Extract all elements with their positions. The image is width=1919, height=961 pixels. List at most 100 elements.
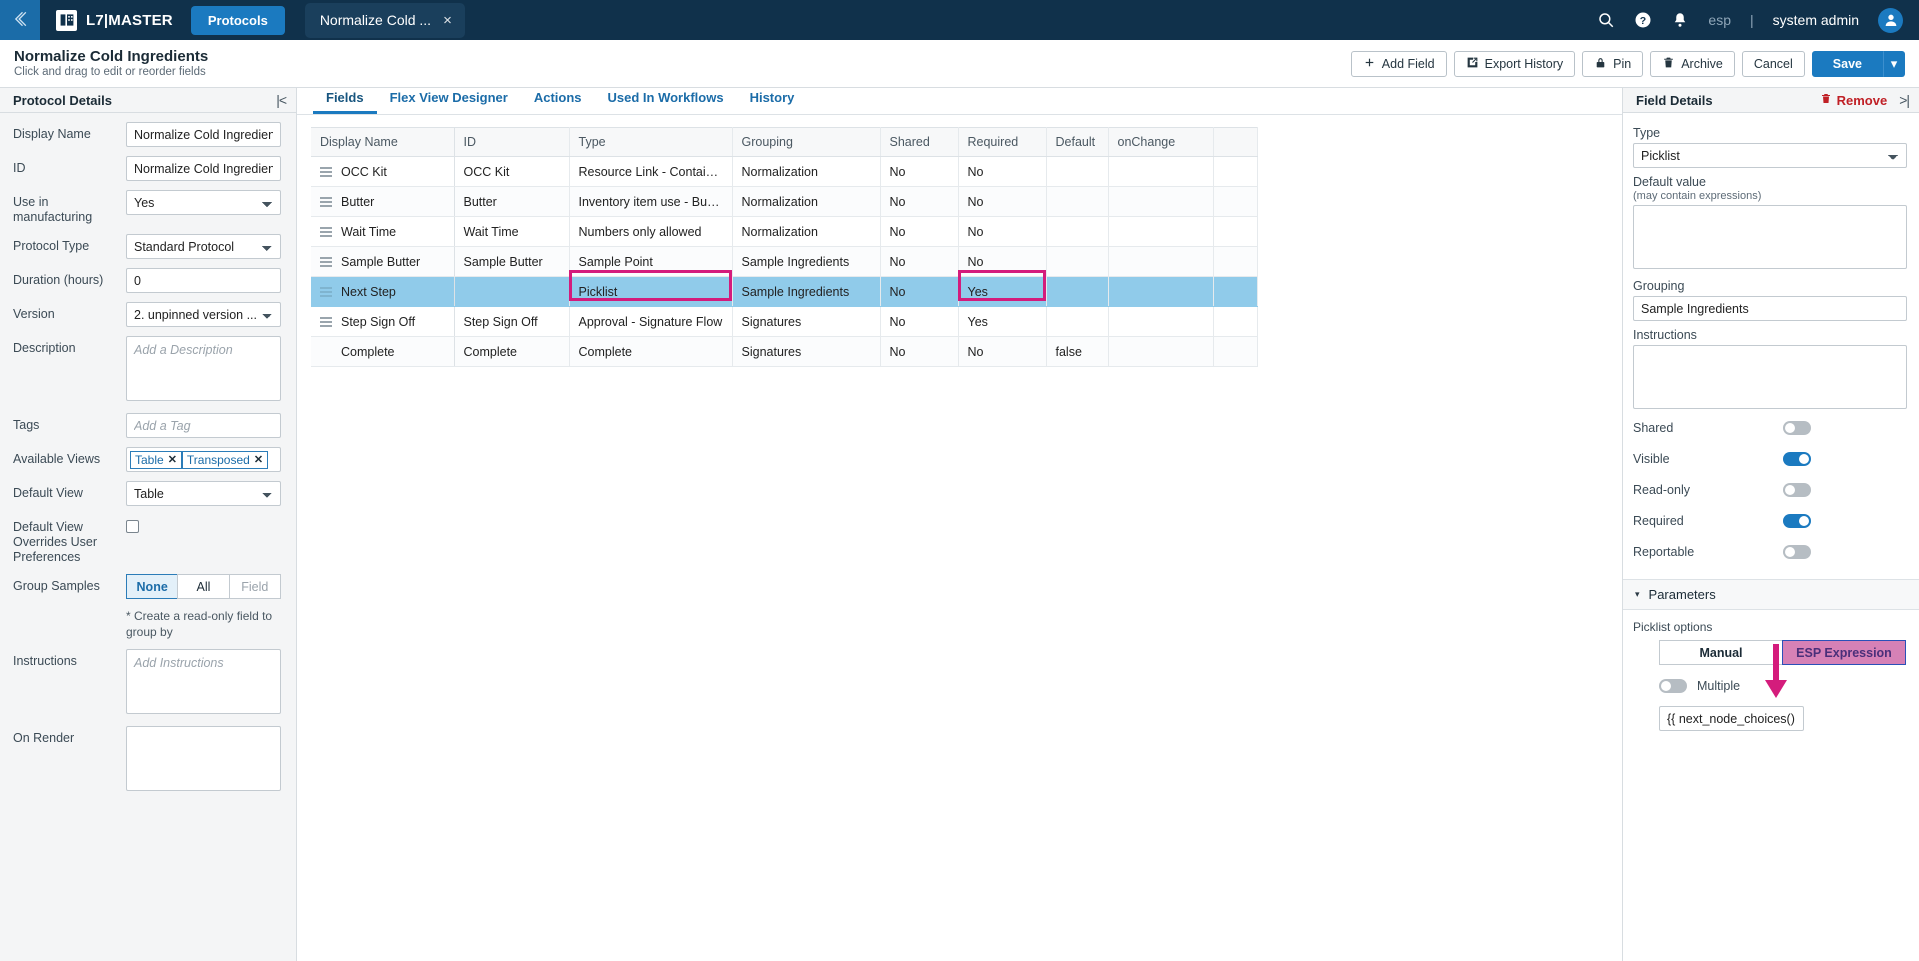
row-id[interactable]: Sample Butter: [454, 246, 570, 277]
row-onchange[interactable]: [1108, 336, 1214, 367]
visible-toggle[interactable]: [1783, 451, 1811, 466]
tab-used-in-workflows[interactable]: Used In Workflows: [595, 90, 737, 114]
export-history-button[interactable]: Export History: [1453, 50, 1576, 77]
drag-handle-icon[interactable]: [320, 287, 332, 298]
row-shared[interactable]: No: [880, 216, 959, 247]
row-grouping[interactable]: Sample Ingredients: [732, 246, 881, 277]
col-grouping[interactable]: Grouping: [732, 127, 881, 157]
drag-handle-icon[interactable]: [320, 227, 332, 238]
tab-actions[interactable]: Actions: [521, 90, 595, 114]
user-name[interactable]: system admin: [1773, 12, 1859, 28]
row-onchange[interactable]: [1108, 306, 1214, 337]
row-display-name[interactable]: Butter: [311, 186, 455, 217]
grouping-input[interactable]: [1633, 296, 1907, 321]
row-display-name[interactable]: Step Sign Off: [311, 306, 455, 337]
close-icon[interactable]: ✕: [168, 453, 177, 466]
cancel-button[interactable]: Cancel: [1741, 50, 1805, 77]
row-type[interactable]: Numbers only allowed: [569, 216, 733, 247]
chevron-down-icon[interactable]: ▾: [1883, 50, 1905, 77]
row-display-name[interactable]: Complete: [311, 336, 455, 367]
col-id[interactable]: ID: [454, 127, 570, 157]
col-display-name[interactable]: Display Name: [311, 127, 455, 157]
row-grouping[interactable]: Normalization: [732, 156, 881, 187]
row-shared[interactable]: No: [880, 186, 959, 217]
drag-handle-icon[interactable]: [320, 317, 332, 328]
instructions-textarea[interactable]: [126, 649, 281, 714]
pin-button[interactable]: Pin: [1582, 50, 1644, 77]
close-icon[interactable]: ×: [443, 12, 452, 29]
reportable-toggle[interactable]: [1783, 544, 1811, 559]
row-default[interactable]: [1046, 276, 1109, 307]
row-id[interactable]: OCC Kit: [454, 156, 570, 187]
tab-history[interactable]: History: [737, 90, 808, 114]
duration-input[interactable]: [126, 268, 281, 293]
default-view-select[interactable]: Table: [126, 481, 281, 506]
id-input[interactable]: [126, 156, 281, 181]
table-row[interactable]: Butter Butter Inventory item use - Butte…: [311, 186, 1258, 217]
group-samples-all[interactable]: All: [177, 574, 230, 599]
row-grouping[interactable]: Signatures: [732, 336, 881, 367]
row-display-name[interactable]: Wait Time: [311, 216, 455, 247]
row-shared[interactable]: No: [880, 336, 959, 367]
add-field-button[interactable]: Add Field: [1350, 50, 1447, 77]
row-default[interactable]: [1046, 156, 1109, 187]
row-required[interactable]: No: [958, 246, 1047, 277]
close-icon[interactable]: ✕: [254, 453, 263, 466]
user-avatar-icon[interactable]: [1878, 7, 1903, 33]
row-required[interactable]: Yes: [958, 306, 1047, 337]
default-view-overrides-checkbox[interactable]: [126, 520, 139, 533]
row-id[interactable]: Step Sign Off: [454, 306, 570, 337]
field-instructions-textarea[interactable]: [1633, 345, 1907, 409]
display-name-input[interactable]: [126, 122, 281, 147]
row-required[interactable]: No: [958, 186, 1047, 217]
row-required[interactable]: Yes: [958, 276, 1047, 307]
row-type[interactable]: Sample Point: [569, 246, 733, 277]
tab-flex-view-designer[interactable]: Flex View Designer: [377, 90, 521, 114]
table-row-selected[interactable]: Next Step Picklist Sample Ingredients No…: [311, 276, 1258, 307]
row-grouping[interactable]: Normalization: [732, 216, 881, 247]
available-views-chipbox[interactable]: Table ✕ Transposed ✕: [126, 447, 281, 472]
table-row[interactable]: Sample Butter Sample Butter Sample Point…: [311, 246, 1258, 277]
use-in-manufacturing-select[interactable]: Yes: [126, 190, 281, 215]
group-samples-none[interactable]: None: [126, 574, 179, 599]
tags-input[interactable]: [126, 413, 281, 438]
tab-fields[interactable]: Fields: [313, 90, 377, 114]
multiple-toggle[interactable]: [1659, 679, 1687, 693]
drag-handle-icon[interactable]: [320, 197, 332, 208]
row-type[interactable]: Approval - Signature Flow: [569, 306, 733, 337]
table-row[interactable]: Wait Time Wait Time Numbers only allowed…: [311, 216, 1258, 247]
row-type[interactable]: Resource Link - Container: [569, 156, 733, 187]
row-default[interactable]: [1046, 186, 1109, 217]
row-default[interactable]: [1046, 306, 1109, 337]
back-button[interactable]: [0, 0, 40, 40]
col-shared[interactable]: Shared: [880, 127, 959, 157]
open-tab-chip[interactable]: Normalize Cold ... ×: [304, 2, 465, 38]
row-shared[interactable]: No: [880, 276, 959, 307]
col-default[interactable]: Default: [1046, 127, 1109, 157]
picklist-mode-esp-expression[interactable]: ESP Expression: [1782, 640, 1906, 665]
row-id[interactable]: Wait Time: [454, 216, 570, 247]
row-grouping[interactable]: Normalization: [732, 186, 881, 217]
col-required[interactable]: Required: [958, 127, 1047, 157]
row-onchange[interactable]: [1108, 276, 1214, 307]
expression-input[interactable]: [1659, 706, 1804, 731]
col-onchange[interactable]: onChange: [1108, 127, 1214, 157]
row-grouping[interactable]: Signatures: [732, 306, 881, 337]
remove-button[interactable]: Remove: [1820, 92, 1887, 108]
row-shared[interactable]: No: [880, 306, 959, 337]
read-only-toggle[interactable]: [1783, 482, 1811, 497]
row-required[interactable]: No: [958, 216, 1047, 247]
description-textarea[interactable]: [126, 336, 281, 401]
drag-handle-icon[interactable]: [320, 167, 332, 178]
nav-protocols[interactable]: Protocols: [190, 5, 285, 35]
drag-handle-icon[interactable]: [320, 257, 332, 268]
row-id[interactable]: Complete: [454, 336, 570, 367]
save-button[interactable]: Save: [1811, 50, 1883, 77]
collapse-right-icon[interactable]: >|: [1899, 92, 1910, 108]
row-id[interactable]: Butter: [454, 186, 570, 217]
row-default[interactable]: false: [1046, 336, 1109, 367]
row-display-name[interactable]: Sample Butter: [311, 246, 455, 277]
row-type[interactable]: Complete: [569, 336, 733, 367]
collapse-left-icon[interactable]: |<: [276, 92, 287, 108]
version-select[interactable]: 2. unpinned version ...: [126, 302, 281, 327]
